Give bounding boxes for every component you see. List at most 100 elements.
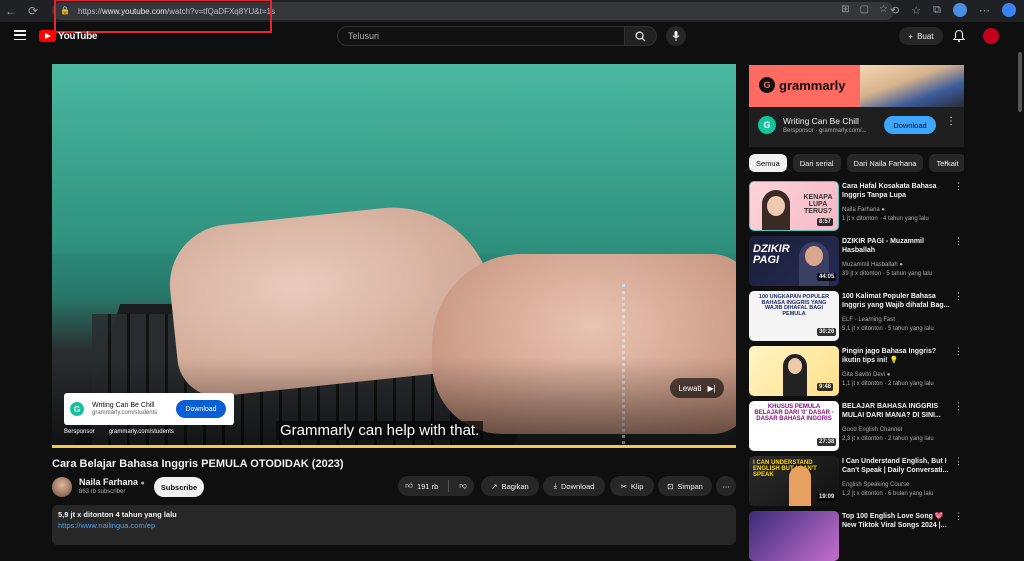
clip-button[interactable]: ✂ Klip: [610, 476, 654, 496]
more-vertical-icon[interactable]: ⋮: [946, 116, 956, 127]
more-vertical-icon[interactable]: ⋮: [954, 511, 963, 522]
sidebar-ad-info[interactable]: G Writing Can Be Chill Bersponsor · gram…: [749, 107, 964, 147]
browser-extensions: ⟲ ☆ ⧉ ⋯: [890, 3, 1016, 17]
extensions-icon[interactable]: ⟲: [890, 4, 899, 17]
chip-all[interactable]: Semua: [749, 154, 787, 172]
page-scrollbar[interactable]: [1016, 22, 1024, 533]
subscribe-button[interactable]: Subscribe: [154, 477, 204, 497]
ad-sponsor-line: Bersponsor grammarly.com/students: [64, 429, 174, 435]
skip-ad-button[interactable]: Lewati ▶|: [670, 378, 724, 398]
more-vertical-icon[interactable]: ⋮: [954, 346, 963, 357]
like-divider: [448, 480, 450, 492]
related-filter-chips: Semua Dari serial Dari Naila Farhana Ter…: [749, 154, 964, 172]
video-caption: Grammarly can help with that.: [276, 421, 484, 440]
microphone-icon: [672, 31, 680, 41]
favorite-star-icon[interactable]: ☆: [879, 4, 888, 15]
sponsor-site-link[interactable]: grammarly.com/students: [109, 429, 174, 435]
video-duration: 9:48: [817, 383, 834, 391]
chevron-right-icon[interactable]: ›: [944, 157, 947, 167]
dislike-button[interactable]: 👎︎: [459, 481, 467, 491]
recommendation-channel: Muzammil Hasballah ●: [842, 262, 903, 268]
channel-avatar[interactable]: [52, 477, 72, 497]
recommendation-item[interactable]: DZIKIR PAGI 44:05 DZIKIR PAGI - Muzammil…: [749, 236, 964, 286]
youtube-wordmark: YouTube: [58, 30, 98, 42]
thumbnail-text: DZIKIR PAGI: [753, 243, 790, 266]
recommendation-item[interactable]: KHUSUS PEMULA BELAJAR DARI '0' DASAR - D…: [749, 401, 964, 451]
more-horizontal-icon: ⋯: [722, 481, 730, 491]
more-vertical-icon[interactable]: ⋮: [954, 181, 963, 192]
recommendation-item[interactable]: Top 100 English Love Song 💖 New Tiktok V…: [749, 511, 964, 561]
chip-from-series[interactable]: Dari serial: [792, 154, 841, 172]
brand-name: grammarly: [779, 77, 846, 93]
video-thumbnail[interactable]: [749, 511, 839, 561]
like-button[interactable]: 👍︎ 191 rb: [405, 481, 438, 491]
more-actions-button[interactable]: ⋯: [716, 476, 736, 496]
reload-icon[interactable]: ⟳: [22, 0, 44, 22]
recommendation-title: Top 100 English Love Song 💖 New Tiktok V…: [842, 513, 947, 530]
recommendation-stats: 1,2 jt x ditonton · 6 bulan yang lalu: [842, 491, 934, 497]
subscriber-count: 863 rb subscriber: [79, 489, 126, 495]
thumbs-up-icon: 👍︎: [405, 481, 413, 490]
description-link[interactable]: https://www.nailingua.com/ep: [58, 521, 730, 530]
plus-icon: +: [908, 31, 914, 41]
channel-name[interactable]: Naila Farhana ●: [79, 477, 145, 487]
youtube-logo[interactable]: YouTube: [39, 30, 98, 42]
account-avatar[interactable]: [983, 28, 999, 44]
chip-from-channel[interactable]: Dari Naila Farhana: [846, 154, 924, 172]
recommendation-item[interactable]: 9:48 Pingin jago Bahasa Inggris? ikutin …: [749, 346, 964, 396]
app-install-icon[interactable]: ⊞: [841, 4, 849, 15]
sidebar-ad-download-button[interactable]: Download: [884, 116, 936, 134]
recommendation-channel: Gita Savitri Devi ●: [842, 372, 891, 378]
player-ad-card[interactable]: G Writing Can Be Chill grammarly.com/stu…: [64, 393, 234, 425]
ad-card-download-button[interactable]: Download: [176, 400, 226, 418]
more-vertical-icon[interactable]: ⋮: [954, 401, 963, 412]
search-input[interactable]: Telusuri: [337, 26, 625, 46]
verified-icon: ●: [881, 207, 885, 213]
ad-progress-bar[interactable]: [52, 445, 736, 448]
recommendation-channel: Naila Farhana ●: [842, 207, 885, 213]
video-duration: 19:09: [817, 493, 837, 501]
video-player[interactable]: [52, 64, 736, 448]
ad-card-title: Writing Can Be Chill: [92, 402, 155, 409]
recommendation-stats: 1,1 jt x ditonton · 2 tahun yang lalu: [842, 381, 934, 387]
collections-icon[interactable]: ⧉: [933, 4, 941, 17]
recommendation-title: Pingin jago Bahasa Inggris? ikutin tips …: [842, 348, 937, 365]
grammarly-logo-icon: G: [759, 77, 775, 93]
sidebar-ad-sponsor: Bersponsor · grammarly.com/...: [783, 128, 867, 134]
recommendation-item[interactable]: I CAN UNDERSTAND ENGLISH BUT I CAN'T SPE…: [749, 456, 964, 506]
recommendation-item[interactable]: KENAPA LUPA TERUS? 8:57 Cara Hafal Kosak…: [749, 181, 964, 231]
skip-next-icon: ▶|: [707, 383, 716, 393]
notifications-bell-icon[interactable]: [952, 29, 966, 43]
recommendation-title: 100 Kalimat Populer Bahasa Inggris yang …: [842, 293, 950, 310]
video-duration: 27:38: [817, 438, 837, 446]
copilot-icon[interactable]: [1002, 3, 1016, 17]
more-vertical-icon[interactable]: ⋮: [954, 236, 963, 247]
recommendation-item[interactable]: 100 UNGKAPAN POPULER BAHASA INGGRIS YANG…: [749, 291, 964, 341]
reader-icon[interactable]: ▢: [860, 4, 869, 15]
more-vertical-icon[interactable]: ⋮: [954, 456, 963, 467]
back-icon[interactable]: ←: [0, 0, 22, 22]
more-vertical-icon[interactable]: ⋮: [954, 291, 963, 302]
recommendation-title: Cara Hafal Kosakata Bahasa Inggris Tanpa…: [842, 183, 937, 200]
sidebar-ad-title: Writing Can Be Chill: [783, 116, 859, 126]
save-button[interactable]: ⊡ Simpan: [658, 476, 712, 496]
favorites-icon[interactable]: ☆: [911, 4, 921, 17]
sponsored-label: Bersponsor: [64, 429, 95, 435]
scrollbar-thumb[interactable]: [1018, 52, 1022, 112]
settings-more-icon[interactable]: ⋯: [979, 4, 990, 17]
thumbnail-text: KENAPA LUPA TERUS?: [803, 194, 833, 215]
recommendation-stats: 5,1 jt x ditonton · 5 tahun yang lalu: [842, 326, 934, 332]
verified-icon: ●: [140, 480, 145, 487]
profile-icon[interactable]: [953, 3, 967, 17]
description-box[interactable]: 5,9 jt x ditonton 4 tahun yang lalu http…: [52, 505, 736, 545]
share-button[interactable]: ↗ Bagikan: [481, 476, 539, 496]
search-button[interactable]: [625, 26, 657, 46]
sidebar-ad-photo: [860, 65, 964, 107]
voice-search-button[interactable]: [666, 26, 686, 46]
video-title: Cara Belajar Bahasa Inggris PEMULA OTODI…: [52, 458, 344, 470]
hamburger-menu-icon[interactable]: [14, 30, 26, 40]
recommendation-title: DZIKIR PAGI - Muzammil Hasballah: [842, 238, 924, 255]
download-button[interactable]: ⤓ Download: [543, 476, 605, 496]
download-icon: ⤓: [553, 481, 557, 490]
create-button[interactable]: + Buat: [899, 27, 943, 45]
